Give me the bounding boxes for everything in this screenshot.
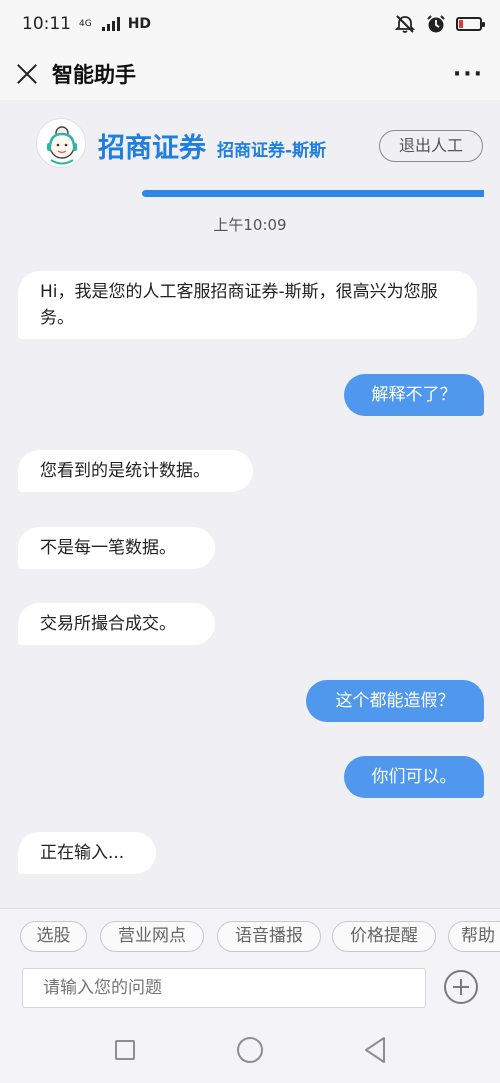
system-nav-bar	[0, 1018, 500, 1083]
hd-badge: HD	[127, 16, 152, 32]
agent-header: 招商证券 招商证券-斯斯 退出人工	[0, 100, 500, 197]
quick-reply-chip[interactable]: 价格提醒	[332, 921, 436, 952]
message-bubble-agent: Hi，我是您的人工客服招商证券-斯斯，很高兴为您服务。	[18, 271, 477, 339]
quick-reply-chip[interactable]: 选股	[20, 921, 87, 952]
quick-reply-chip[interactable]: 语音播报	[217, 921, 321, 952]
question-input[interactable]	[22, 968, 426, 1008]
message-text: 不是每一笔数据。	[40, 538, 176, 558]
agent-avatar-icon	[47, 126, 77, 165]
message-text: Hi，我是您的人工客服招商证券-斯斯，很高兴为您服务。	[40, 282, 438, 328]
quick-reply-chip[interactable]: 营业网点	[100, 921, 204, 952]
alarm-icon	[427, 15, 445, 33]
close-icon[interactable]	[16, 63, 38, 85]
quick-reply-chip[interactable]: 帮助	[448, 921, 500, 952]
message-bubble-agent: 您看到的是统计数据。	[18, 450, 253, 492]
typing-indicator-text: 正在输入...	[40, 843, 125, 863]
status-left: 10:11 4G HD	[22, 14, 151, 34]
status-right	[394, 14, 485, 34]
message-bubble-agent: 交易所撮合成交。	[18, 603, 215, 645]
more-options-button[interactable]: ···	[453, 62, 484, 87]
back-icon[interactable]	[362, 1035, 388, 1065]
message-text: 您看到的是统计数据。	[40, 461, 210, 481]
chat-timestamp: 上午10:09	[213, 216, 287, 234]
network-type: 4G	[79, 18, 92, 29]
message-text: 交易所撮合成交。	[40, 614, 176, 634]
message-bubble-user: 解释不了？	[344, 374, 484, 416]
message-text: 你们可以。	[371, 767, 457, 787]
home-icon[interactable]	[237, 1037, 263, 1063]
mute-icon	[394, 15, 416, 33]
battery-icon	[456, 17, 485, 31]
title-bar: 智能助手 ···	[0, 48, 500, 100]
message-bubble-user: 你们可以。	[344, 756, 484, 798]
message-bubble-agent: 不是每一笔数据。	[18, 527, 215, 569]
status-bar: 10:11 4G HD	[0, 0, 500, 48]
bottom-input-area: 选股 营业网点 语音播报 价格提醒 帮助	[0, 908, 500, 1018]
page-title: 智能助手	[52, 63, 136, 87]
message-bubble-user: 这个都能造假？	[306, 680, 484, 722]
message-bubble-agent-typing: 正在输入...	[18, 832, 156, 874]
agent-avatar	[36, 118, 86, 168]
status-time: 10:11	[22, 14, 71, 34]
agent-name: 招商证券-斯斯	[217, 141, 327, 161]
message-text: 解释不了？	[371, 385, 457, 405]
brand-name: 招商证券	[98, 133, 206, 164]
header-divider-bar	[142, 190, 484, 197]
recent-apps-icon[interactable]	[115, 1040, 135, 1060]
add-attachment-button[interactable]	[444, 970, 478, 1004]
exit-human-agent-button[interactable]: 退出人工	[379, 130, 483, 162]
signal-icon	[101, 17, 120, 31]
message-text: 这个都能造假？	[335, 691, 455, 711]
